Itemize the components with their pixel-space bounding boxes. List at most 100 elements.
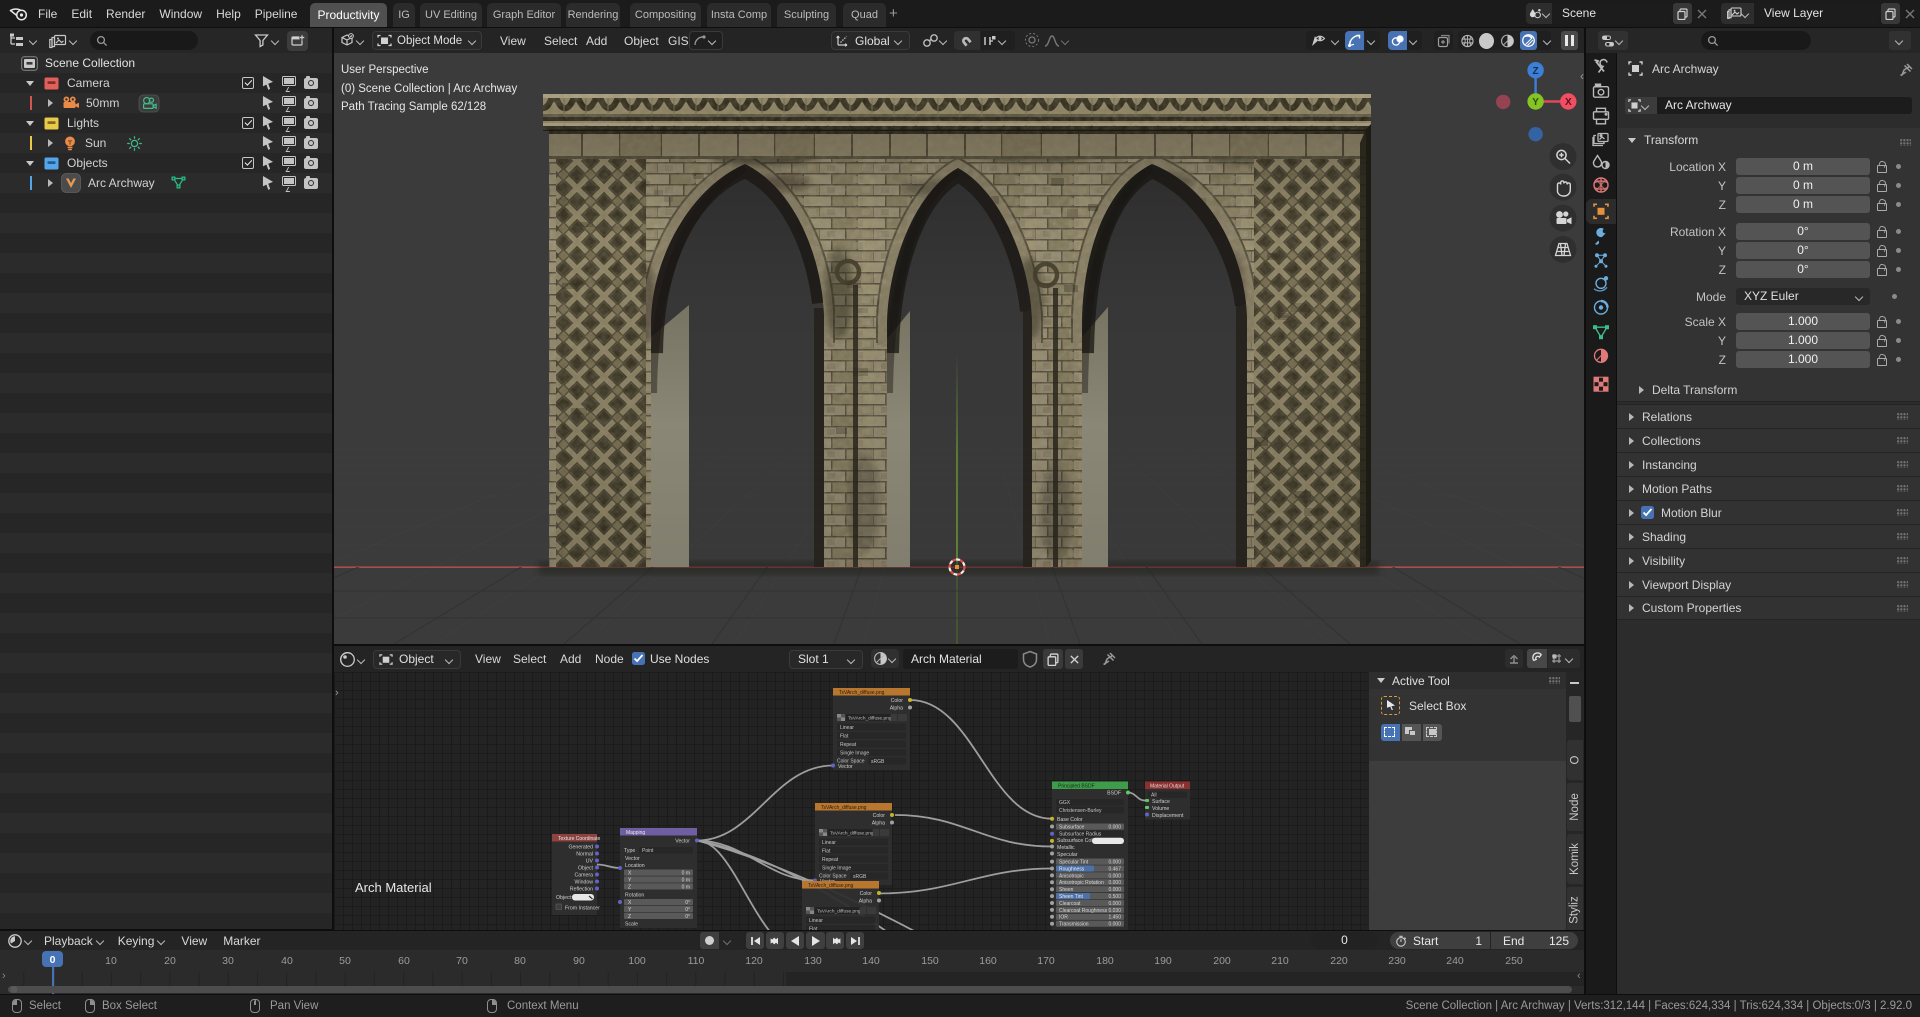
svg-text:Vector: Vector bbox=[675, 839, 690, 845]
svg-text:0.030: 0.030 bbox=[1108, 908, 1121, 914]
svg-text:Rotation: Rotation bbox=[625, 893, 644, 899]
svg-text:Object: Object bbox=[578, 866, 594, 872]
svg-text:Mapping: Mapping bbox=[626, 830, 645, 836]
svg-text:Christensen-Burley: Christensen-Burley bbox=[1059, 808, 1102, 814]
svg-text:Window: Window bbox=[575, 880, 594, 886]
svg-text:Color: Color bbox=[891, 698, 904, 704]
svg-text:0.000: 0.000 bbox=[1108, 860, 1121, 866]
svg-text:›: › bbox=[2, 970, 6, 982]
svg-text:Camera: Camera bbox=[575, 873, 594, 879]
svg-text:Repeat: Repeat bbox=[840, 742, 857, 748]
svg-text:10: 10 bbox=[105, 955, 117, 967]
svg-text:210: 210 bbox=[1271, 955, 1289, 967]
svg-text:From Instancer: From Instancer bbox=[565, 906, 600, 912]
svg-text:0: 0 bbox=[50, 954, 56, 966]
svg-text:Generated: Generated bbox=[568, 845, 593, 851]
svg-text:200: 200 bbox=[1213, 955, 1231, 967]
svg-text:190: 190 bbox=[1154, 955, 1172, 967]
svg-text:0.000: 0.000 bbox=[1108, 901, 1121, 907]
svg-text:UV: UV bbox=[586, 859, 594, 865]
svg-text:BSDF: BSDF bbox=[1107, 791, 1121, 797]
svg-text:Alpha: Alpha bbox=[890, 706, 903, 712]
svg-text:X: X bbox=[1565, 97, 1572, 108]
svg-text:50: 50 bbox=[339, 955, 351, 967]
svg-text:Sheen Tint: Sheen Tint bbox=[1059, 894, 1084, 900]
svg-text:Clearcoat Roughness: Clearcoat Roughness bbox=[1059, 908, 1108, 914]
svg-text:Clearcoat: Clearcoat bbox=[1059, 901, 1081, 907]
svg-text:Base Color: Base Color bbox=[1057, 817, 1083, 823]
svg-text:›: › bbox=[335, 687, 339, 699]
svg-text:Volume: Volume bbox=[1152, 806, 1169, 812]
svg-text:1.450: 1.450 bbox=[1108, 915, 1121, 921]
svg-text:TsVArch_diffuse.png: TsVArch_diffuse.png bbox=[848, 716, 892, 722]
svg-text:30: 30 bbox=[222, 955, 234, 967]
svg-text:150: 150 bbox=[921, 955, 939, 967]
svg-text:0°: 0° bbox=[685, 900, 690, 906]
svg-text:Displacement: Displacement bbox=[1152, 813, 1184, 819]
svg-text:Linear: Linear bbox=[840, 725, 854, 731]
svg-text:Normal: Normal bbox=[576, 852, 593, 858]
svg-text:Specular: Specular bbox=[1057, 852, 1078, 858]
svg-text:0 m: 0 m bbox=[682, 884, 690, 890]
svg-text:180: 180 bbox=[1096, 955, 1114, 967]
svg-text:TsVArch_diffuse.png: TsVArch_diffuse.png bbox=[839, 690, 885, 696]
svg-text:0 m: 0 m bbox=[682, 877, 690, 883]
svg-text:Anisotropic Rotation: Anisotropic Rotation bbox=[1059, 880, 1104, 886]
svg-text:40: 40 bbox=[281, 955, 293, 967]
svg-text:Z: Z bbox=[628, 914, 631, 920]
svg-text:240: 240 bbox=[1446, 955, 1464, 967]
svg-text:220: 220 bbox=[1330, 955, 1348, 967]
svg-text:Texture Coordinate: Texture Coordinate bbox=[558, 836, 600, 842]
svg-text:Roughness: Roughness bbox=[1059, 866, 1085, 872]
svg-text:Reflection: Reflection bbox=[570, 887, 593, 893]
svg-text:Anisotropic: Anisotropic bbox=[1059, 873, 1084, 879]
svg-text:100: 100 bbox=[628, 955, 646, 967]
svg-text:Material Output: Material Output bbox=[1150, 784, 1185, 790]
svg-text:0°: 0° bbox=[685, 914, 690, 920]
svg-text:GGX: GGX bbox=[1059, 800, 1071, 806]
svg-text:Z: Z bbox=[1533, 66, 1539, 77]
svg-text:0.000: 0.000 bbox=[1108, 880, 1121, 886]
svg-text:140: 140 bbox=[862, 955, 880, 967]
svg-text:sRGB: sRGB bbox=[871, 759, 885, 765]
svg-text:0.000: 0.000 bbox=[1108, 922, 1121, 928]
svg-text:230: 230 bbox=[1388, 955, 1406, 967]
svg-text:170: 170 bbox=[1037, 955, 1055, 967]
svg-text:Single Image: Single Image bbox=[840, 751, 869, 757]
svg-text:All: All bbox=[1151, 793, 1157, 799]
svg-text:Location: Location bbox=[625, 863, 645, 869]
svg-text:0.000: 0.000 bbox=[1108, 873, 1121, 879]
svg-text:90: 90 bbox=[573, 955, 585, 967]
svg-text:Vector: Vector bbox=[838, 764, 853, 770]
svg-text:Transmission: Transmission bbox=[1059, 922, 1089, 928]
svg-text:Z: Z bbox=[628, 884, 631, 890]
svg-text:80: 80 bbox=[514, 955, 526, 967]
svg-text:250: 250 bbox=[1505, 955, 1523, 967]
svg-text:20: 20 bbox=[164, 955, 176, 967]
svg-text:Subsurface Color: Subsurface Color bbox=[1057, 838, 1097, 844]
svg-text:0.500: 0.500 bbox=[1108, 894, 1121, 900]
svg-text:0.000: 0.000 bbox=[1108, 825, 1121, 831]
svg-text:Type: Type bbox=[624, 848, 635, 854]
svg-text:110: 110 bbox=[688, 955, 705, 967]
svg-text:Vector: Vector bbox=[625, 856, 640, 862]
svg-text:0 m: 0 m bbox=[682, 871, 690, 877]
svg-text:Principled BSDF: Principled BSDF bbox=[1058, 784, 1095, 790]
svg-text:Specular Tint: Specular Tint bbox=[1059, 860, 1089, 866]
svg-text:IOR: IOR bbox=[1059, 915, 1068, 921]
svg-text:0.467: 0.467 bbox=[1108, 866, 1121, 872]
svg-text:120: 120 bbox=[745, 955, 763, 967]
svg-text:Scale: Scale bbox=[625, 922, 638, 928]
svg-text:Subsurface Radius: Subsurface Radius bbox=[1059, 832, 1102, 838]
svg-text:Metallic: Metallic bbox=[1057, 845, 1075, 851]
svg-text:Point: Point bbox=[642, 848, 654, 854]
svg-text:Object:: Object: bbox=[556, 895, 572, 901]
svg-text:Y: Y bbox=[1532, 97, 1539, 108]
svg-text:0.000: 0.000 bbox=[1108, 887, 1121, 893]
svg-text:Sheen: Sheen bbox=[1059, 887, 1074, 893]
svg-text:‹: ‹ bbox=[1577, 970, 1581, 982]
svg-text:160: 160 bbox=[979, 955, 997, 967]
svg-text:Subsurface: Subsurface bbox=[1059, 825, 1085, 831]
svg-text:70: 70 bbox=[456, 955, 468, 967]
svg-text:Flat: Flat bbox=[840, 734, 849, 740]
